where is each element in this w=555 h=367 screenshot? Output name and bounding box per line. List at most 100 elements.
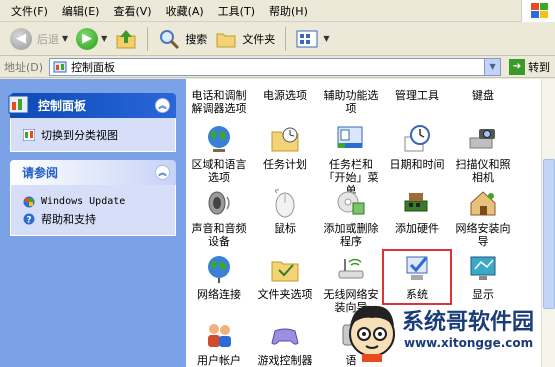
chevron-down-icon[interactable]: ▼ (62, 34, 68, 43)
go-button[interactable]: ➔ 转到 (509, 58, 551, 75)
icon-label: 区域和语言选项 (191, 158, 247, 184)
scrollbar-thumb[interactable] (543, 159, 555, 309)
icon-network-connections[interactable]: 网络连接 (188, 253, 250, 301)
watermark: 系统哥软件园 www.xitongge.com (340, 296, 555, 367)
icon-label: 扫描仪和照相机 (455, 158, 511, 184)
forward-arrow-icon: ▶ (76, 27, 99, 50)
icon-label: 声音和音频设备 (191, 222, 247, 248)
link-label: 帮助和支持 (41, 212, 96, 226)
menu-help[interactable]: 帮助(H) (262, 3, 315, 19)
back-button[interactable]: ◀ 后退 ▼ (6, 25, 72, 53)
icon-phone-modem[interactable]: 电话和调制解调器选项 (188, 89, 250, 115)
watermark-url: www.xitongge.com (404, 336, 534, 350)
address-label: 地址(D) (4, 60, 44, 74)
taskbar-icon (337, 126, 363, 148)
network-globe-icon (208, 256, 230, 283)
icon-label: 游戏控制器 (257, 354, 313, 367)
system-icon (406, 256, 428, 280)
go-arrow-icon: ➔ (509, 58, 526, 75)
folder-icon (216, 33, 236, 47)
icon-label: 日期和时间 (389, 158, 445, 171)
panel-title: 请参阅 (22, 166, 59, 180)
icon-add-hardware[interactable]: 添加硬件 (386, 187, 448, 235)
address-input[interactable]: 控制面板 ▼ (49, 57, 502, 76)
wireless-icon (338, 258, 364, 279)
chevron-down-icon[interactable]: ▼ (323, 34, 329, 43)
icon-label: 键盘 (472, 89, 494, 102)
go-label: 转到 (528, 60, 551, 74)
scheduled-tasks-icon (271, 127, 299, 152)
back-arrow-icon: ◀ (10, 27, 32, 50)
add-remove-programs-icon (337, 191, 365, 215)
display-icon (470, 256, 496, 280)
folders-button[interactable]: 文件夹 (211, 25, 279, 53)
control-panel-icon (53, 61, 67, 72)
user-accounts-icon (208, 324, 231, 347)
icon-display[interactable]: 显示 (452, 253, 514, 301)
icon-add-remove-programs[interactable]: 添加或删除程序 (320, 187, 382, 248)
forward-button[interactable]: ▶ ▼ (72, 25, 111, 53)
chevron-down-icon[interactable]: ▼ (484, 58, 501, 75)
see-also-body: Windows Update ? 帮助和支持 (10, 185, 176, 236)
icon-label: 文件夹选项 (257, 288, 313, 301)
icon-accessibility[interactable]: 辅助功能选项 (320, 89, 382, 115)
mascot-logo (349, 305, 395, 362)
network-setup-icon (470, 191, 496, 216)
panel-title: 控制面板 (38, 99, 87, 113)
icon-label: 任务计划 (263, 158, 307, 171)
icon-system[interactable]: 系统 (382, 249, 452, 305)
address-value: 控制面板 (71, 60, 116, 74)
collapse-icon[interactable]: ︽ (155, 98, 170, 113)
help-support-link[interactable]: ? 帮助和支持 (23, 210, 165, 227)
windows-update-link[interactable]: Windows Update (23, 193, 165, 210)
icon-power-options[interactable]: 电源选项 (254, 89, 316, 102)
switch-category-view-link[interactable]: 切换到分类视图 (23, 126, 165, 143)
scanner-camera-icon (469, 129, 495, 149)
back-label: 后退 (37, 32, 59, 46)
icon-taskbar-start-menu[interactable]: 任务栏和「开始」菜单 (320, 123, 382, 197)
task-pane: 控制面板 ︽ 切换到分类视图 请参阅 ︽ Windows Update ? 帮助… (0, 79, 186, 367)
control-panel-header[interactable]: 控制面板 ︽ (8, 93, 176, 118)
menu-bar: 文件(F) 编辑(E) 查看(V) 收藏(A) 工具(T) 帮助(H) (0, 0, 555, 22)
windows-update-icon (23, 196, 35, 207)
folder-options-icon (271, 261, 299, 282)
icon-keyboard[interactable]: 键盘 (452, 89, 514, 102)
menu-file[interactable]: 文件(F) (4, 3, 55, 19)
icon-mouse[interactable]: 鼠标 (254, 187, 316, 235)
icon-game-controllers[interactable]: 游戏控制器 (254, 319, 316, 367)
menu-favorites[interactable]: 收藏(A) (159, 3, 211, 19)
icon-label: 添加或删除程序 (323, 222, 379, 248)
search-button[interactable]: 搜索 (154, 25, 211, 53)
search-label: 搜索 (185, 32, 208, 46)
icon-scheduled-tasks[interactable]: 任务计划 (254, 123, 316, 171)
icon-scanners-cameras[interactable]: 扫描仪和照相机 (452, 123, 514, 184)
see-also-header[interactable]: 请参阅 ︽ (10, 160, 176, 185)
icon-label: 鼠标 (274, 222, 296, 235)
menu-edit[interactable]: 编辑(E) (55, 3, 107, 19)
icon-user-accounts[interactable]: 用户帐户 (188, 319, 250, 367)
icon-sound-audio[interactable]: 声音和音频设备 (188, 187, 250, 248)
icon-admin-tools[interactable]: 管理工具 (386, 89, 448, 102)
icon-network-setup-wizard[interactable]: 网络安装向导 (452, 187, 514, 248)
collapse-icon[interactable]: ︽ (155, 165, 170, 180)
icon-date-time[interactable]: 日期和时间 (386, 123, 448, 171)
icon-label: 添加硬件 (395, 222, 439, 235)
views-button[interactable]: ▼ (292, 25, 333, 53)
see-also-section: 请参阅 ︽ Windows Update ? 帮助和支持 (10, 160, 176, 236)
chevron-down-icon[interactable]: ▼ (101, 34, 107, 43)
up-folder-icon (116, 29, 136, 48)
speaker-icon (208, 191, 230, 215)
search-icon (160, 29, 180, 49)
windows-logo-icon (521, 0, 555, 22)
icon-region-language[interactable]: 区域和语言选项 (188, 123, 250, 184)
icon-folder-options[interactable]: 文件夹选项 (254, 253, 316, 301)
icon-label: 电话和调制解调器选项 (191, 89, 247, 115)
toolbar-divider (147, 26, 149, 51)
control-panel-body: 切换到分类视图 (10, 118, 176, 152)
up-folder-button[interactable] (111, 25, 141, 53)
icon-label: 网络连接 (197, 288, 241, 301)
menu-view[interactable]: 查看(V) (106, 3, 158, 19)
globe-icon (208, 126, 230, 152)
menu-tools[interactable]: 工具(T) (211, 3, 262, 19)
folders-label: 文件夹 (242, 32, 276, 46)
